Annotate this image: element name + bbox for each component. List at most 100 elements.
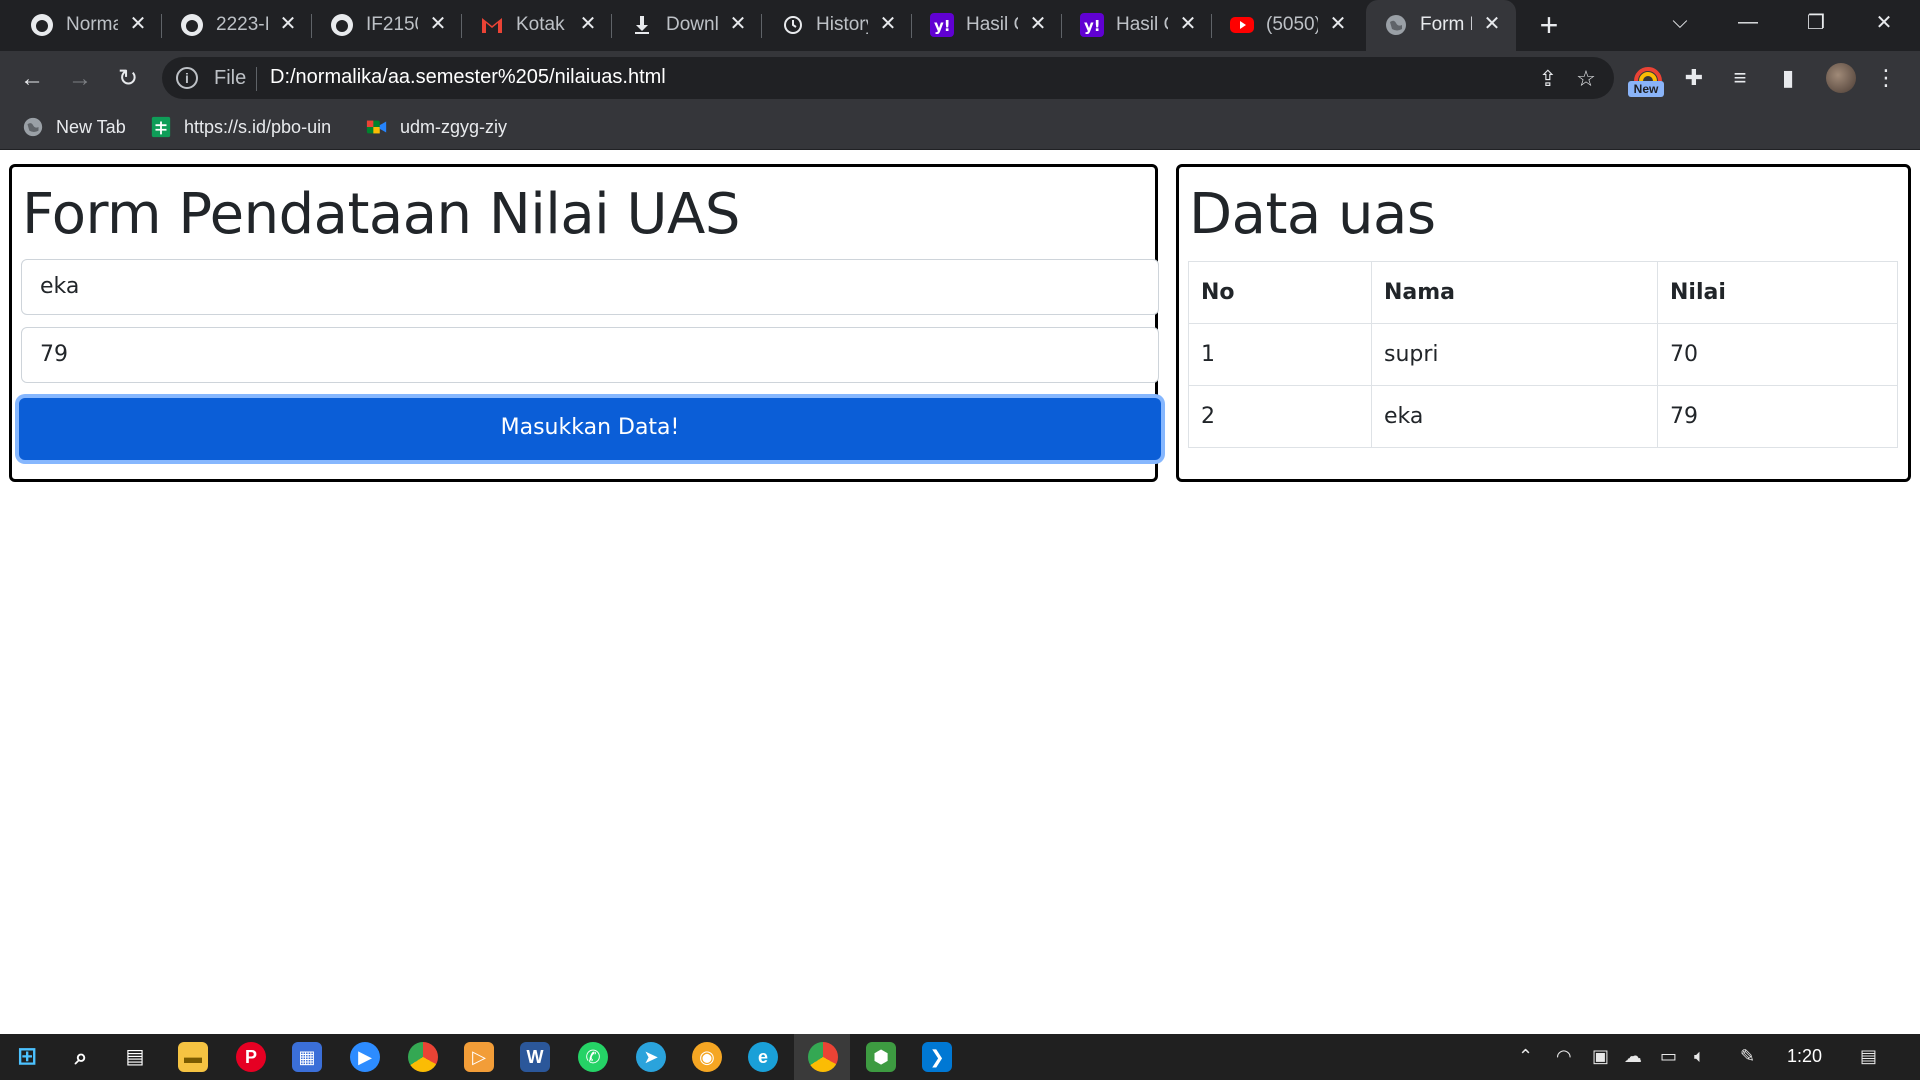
reload-icon[interactable]: ↻ [112, 63, 144, 95]
wifi-icon[interactable]: ◠ [1556, 1046, 1572, 1067]
tab-title: (5050) [1266, 14, 1318, 35]
data-card: Data uas No Nama Nilai 1 supri 70 2 eka [1176, 164, 1911, 482]
bookmark-label: New Tab [56, 116, 126, 137]
chrome-canary-icon[interactable]: ◉ [692, 1042, 722, 1072]
close-icon[interactable]: ✕ [726, 12, 750, 36]
windows-taskbar: ⊞ ⌕ ▤ ▬ P ▦ ▶ ▷ W ✆ ➤ ◉ e ⬢ ❯ ⌃ ◠ ▣ ☁ ▭ … [0, 1034, 1920, 1080]
node-icon[interactable]: ⬢ [866, 1042, 896, 1072]
sheets-icon [150, 116, 172, 138]
data-title: Data uas [1189, 182, 1436, 247]
bookmark-new-tab[interactable]: New Tab [22, 115, 126, 139]
close-icon[interactable]: ✕ [1480, 12, 1504, 36]
taskbar-clock[interactable]: 1:20 [1787, 1046, 1822, 1067]
pinterest-icon[interactable]: P [236, 1042, 266, 1072]
tab-github-1[interactable]: Norma ✕ [12, 0, 162, 51]
close-icon[interactable]: ✕ [426, 12, 450, 36]
telegram-icon[interactable]: ➤ [636, 1042, 666, 1072]
browser-toolbar: ← → ↻ i File D:/normalika/aa.semester%20… [0, 51, 1920, 105]
address-separator [256, 67, 257, 91]
tab-form-active[interactable]: Form P ✕ [1366, 0, 1516, 51]
form-card: Form Pendataan Nilai UAS eka 79 Masukkan… [9, 164, 1161, 482]
tab-gmail[interactable]: Kotak M ✕ [462, 0, 612, 51]
chrome-active-icon[interactable] [808, 1042, 838, 1072]
cell-nama: supri [1371, 323, 1658, 386]
meet-now-icon[interactable]: ▣ [1592, 1046, 1609, 1067]
new-tab-button[interactable]: + [1531, 9, 1567, 42]
bookmark-star-icon[interactable]: ☆ [1572, 65, 1600, 93]
pen-icon[interactable]: ✎ [1740, 1046, 1755, 1067]
side-panel-icon[interactable]: ▮ [1770, 61, 1806, 97]
close-icon[interactable]: ✕ [1176, 12, 1200, 36]
bookmark-meet[interactable]: udm-zgyg-ziy [366, 115, 507, 139]
tab-github-2[interactable]: 2223-II ✕ [162, 0, 312, 51]
windows-start-icon[interactable]: ⊞ [12, 1042, 42, 1072]
microsoft-store-icon[interactable]: ▦ [292, 1042, 322, 1072]
back-arrow-icon[interactable]: ← [16, 63, 48, 95]
close-window-button[interactable]: ✕ [1850, 0, 1918, 44]
task-view-icon[interactable]: ▤ [120, 1042, 150, 1072]
tab-title: Hasil C [1116, 14, 1168, 35]
media-queue-icon[interactable]: ≡ [1722, 61, 1758, 97]
word-icon[interactable]: W [520, 1042, 550, 1072]
download-icon [630, 13, 654, 37]
whatsapp-icon[interactable]: ✆ [578, 1042, 608, 1072]
page-viewport: Form Pendataan Nilai UAS eka 79 Masukkan… [0, 151, 1920, 1034]
tab-github-3[interactable]: IF2150 ✕ [312, 0, 462, 51]
close-icon[interactable]: ✕ [1326, 12, 1350, 36]
chevron-up-icon[interactable]: ⌃ [1518, 1046, 1533, 1067]
header-nilai: Nilai [1657, 261, 1898, 324]
svg-text:y!: y! [934, 17, 951, 35]
tab-title: Form P [1420, 14, 1472, 35]
gmail-icon [480, 13, 504, 37]
edge-icon[interactable]: e [748, 1042, 778, 1072]
onedrive-error-icon[interactable]: ☁ [1624, 1046, 1642, 1067]
close-icon[interactable]: ✕ [276, 12, 300, 36]
address-scheme-label: File [214, 67, 247, 89]
address-url[interactable]: D:/normalika/aa.semester%205/nilaiuas.ht… [270, 66, 666, 89]
meet-icon [366, 116, 388, 138]
table-row: 2 eka 79 [1188, 385, 1898, 448]
address-bar[interactable]: i File D:/normalika/aa.semester%205/nila… [162, 57, 1614, 99]
history-icon [780, 13, 804, 37]
score-input[interactable]: 79 [21, 327, 1159, 383]
tab-youtube[interactable]: (5050) ✕ [1212, 0, 1362, 51]
tab-search-chevron-icon[interactable]: ⌵ [1646, 0, 1714, 44]
submit-button[interactable]: Masukkan Data! [19, 398, 1161, 460]
globe-icon [22, 116, 44, 138]
notification-center-icon[interactable]: ▤ [1860, 1046, 1877, 1067]
info-icon[interactable]: i [176, 67, 198, 89]
tab-yahoo-2[interactable]: y! Hasil C ✕ [1062, 0, 1212, 51]
vscode-icon[interactable]: ❯ [922, 1042, 952, 1072]
cell-no: 2 [1188, 385, 1372, 448]
file-explorer-icon[interactable]: ▬ [178, 1042, 208, 1072]
tab-downloads[interactable]: Downlo ✕ [612, 0, 762, 51]
new-badge: New [1628, 81, 1664, 97]
close-icon[interactable]: ✕ [576, 12, 600, 36]
close-icon[interactable]: ✕ [126, 12, 150, 36]
share-icon[interactable]: ⇪ [1534, 65, 1562, 93]
zoom-icon[interactable]: ▶ [350, 1042, 380, 1072]
tab-title: Downlo [666, 14, 718, 35]
media-player-icon[interactable]: ▷ [464, 1042, 494, 1072]
tab-history[interactable]: History ✕ [762, 0, 912, 51]
cell-nilai: 70 [1657, 323, 1898, 386]
name-input[interactable]: eka [21, 259, 1159, 315]
tab-title: History [816, 14, 868, 35]
close-icon[interactable]: ✕ [876, 12, 900, 36]
yahoo-icon: y! [1080, 13, 1104, 37]
close-icon[interactable]: ✕ [1026, 12, 1050, 36]
github-icon [30, 13, 54, 37]
battery-icon[interactable]: ▭ [1660, 1046, 1677, 1067]
forward-arrow-icon[interactable]: → [64, 63, 96, 95]
volume-icon[interactable]: 🔈︎ [1694, 1046, 1705, 1067]
search-icon[interactable]: ⌕ [66, 1042, 96, 1072]
bookmark-pbo-uin[interactable]: https://s.id/pbo-uin [150, 115, 331, 139]
tab-yahoo-1[interactable]: y! Hasil C ✕ [912, 0, 1062, 51]
tab-title: 2223-II [216, 14, 268, 35]
chrome-icon[interactable] [408, 1042, 438, 1072]
minimize-button[interactable]: — [1714, 0, 1782, 44]
profile-avatar[interactable] [1826, 63, 1856, 93]
restore-button[interactable]: ❐ [1782, 0, 1850, 44]
kebab-menu-icon[interactable]: ⋮ [1868, 61, 1904, 97]
puzzle-extensions-icon[interactable]: ✚ [1676, 61, 1712, 97]
